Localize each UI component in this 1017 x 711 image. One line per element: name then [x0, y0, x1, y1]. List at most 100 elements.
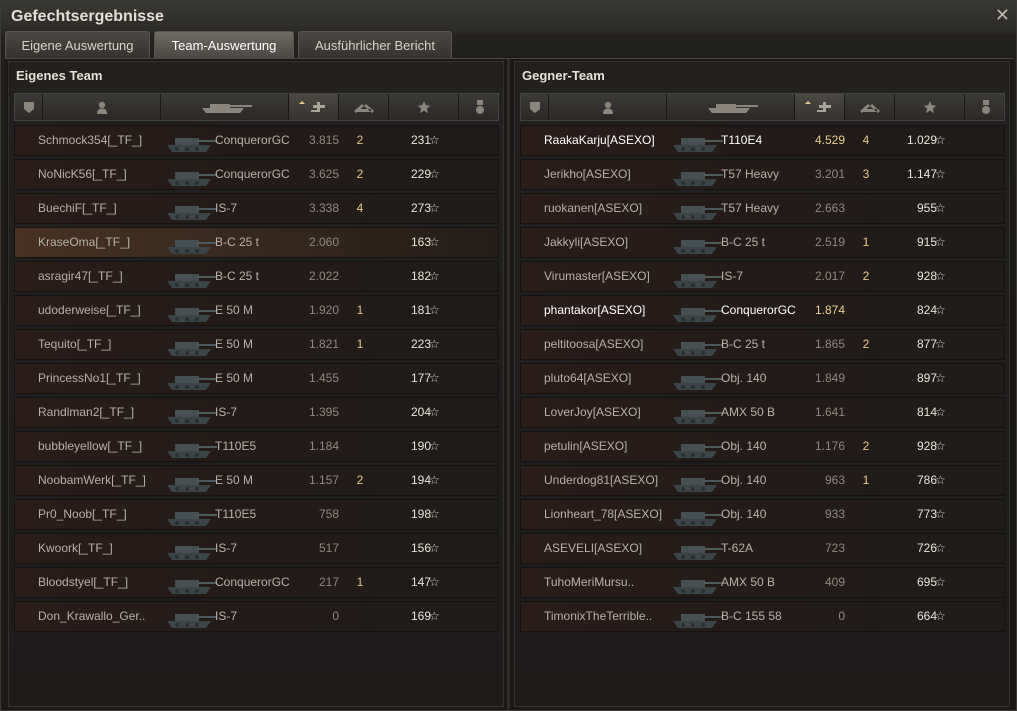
xp-star-icon[interactable]: [389, 94, 459, 120]
player-name: NoobamWerk[_TF_]: [38, 473, 146, 487]
player-name: Randlman2[_TF_]: [38, 405, 135, 419]
own-team-title: Eigenes Team: [16, 68, 103, 83]
player-name: TuhoMeriMursu..: [544, 575, 635, 589]
table-row[interactable]: ruokanen[ASEXO] T57 Heavy 2.663 955 ☆: [520, 193, 1005, 224]
table-row[interactable]: Kwoork[_TF_] IS-7 517 156 ☆: [14, 533, 499, 564]
table-row[interactable]: RaakaKarju[ASEXO] T110E4 4.529 4 1.029 ☆: [520, 125, 1005, 156]
rating-value: 1.176: [814, 439, 845, 453]
kills-value: 2: [356, 167, 364, 181]
kills-value: [856, 534, 876, 563]
tank-icon[interactable]: [667, 94, 795, 120]
table-row[interactable]: Jerikho[ASEXO] T57 Heavy 3.201 3 1.147 ☆: [520, 159, 1005, 190]
player-name: asragir47[_TF_]: [38, 269, 123, 283]
star-icon: ☆: [429, 473, 440, 487]
table-row[interactable]: NoobamWerk[_TF_] E 50 M 1.157 2 194 ☆: [14, 465, 499, 496]
rating-value: 3.201: [814, 167, 845, 181]
star-icon: ☆: [429, 405, 440, 419]
table-row[interactable]: TuhoMeriMursu.. AMX 50 B 409 695 ☆: [520, 567, 1005, 598]
kills-value: [350, 262, 370, 291]
table-row[interactable]: Tequito[_TF_] E 50 M 1.821 1 223 ☆: [14, 329, 499, 360]
kills-value: [856, 296, 876, 325]
table-row[interactable]: Schmock354[_TF_] ConquerorGC 3.815 2 231 ☆: [14, 125, 499, 156]
tank-image: [163, 569, 219, 596]
tank-image: [163, 535, 219, 562]
squad-icon[interactable]: [521, 94, 549, 120]
rating-value: 2.022: [308, 269, 339, 283]
star-icon: ☆: [429, 541, 440, 555]
player-name: phantakor[ASEXO]: [544, 303, 646, 317]
star-icon: ☆: [429, 507, 440, 521]
xp-star-icon[interactable]: [895, 94, 965, 120]
kills-value: [856, 364, 876, 393]
table-row[interactable]: NoNicK56[_TF_] ConquerorGC 3.625 2 229 ☆: [14, 159, 499, 190]
table-row[interactable]: phantakor[ASEXO] ConquerorGC 1.874 824 ☆: [520, 295, 1005, 326]
rating-value: 1.455: [308, 371, 339, 385]
kills-icon[interactable]: [339, 94, 389, 120]
tank-image: [669, 161, 725, 188]
rating-icon[interactable]: [289, 94, 339, 120]
star-icon: ☆: [935, 269, 946, 283]
table-row[interactable]: Jakkyli[ASEXO] B-C 25 t 2.519 1 915 ☆: [520, 227, 1005, 258]
player-name: Jakkyli[ASEXO]: [544, 235, 629, 249]
rating-icon[interactable]: [795, 94, 845, 120]
player-name: BuechiF[_TF_]: [38, 201, 117, 215]
tank-image: [669, 467, 725, 494]
kills-icon[interactable]: [845, 94, 895, 120]
rating-value: 963: [824, 473, 845, 487]
table-row[interactable]: LoverJoy[ASEXO] AMX 50 B 1.641 814 ☆: [520, 397, 1005, 428]
star-icon: ☆: [429, 269, 440, 283]
tab-team-evaluation[interactable]: Team-Auswertung: [154, 31, 294, 58]
tank-image: [669, 535, 725, 562]
kills-value: [856, 194, 876, 223]
kills-value: [856, 602, 876, 631]
tab-own-evaluation[interactable]: Eigene Auswertung: [5, 31, 150, 58]
table-row[interactable]: udoderweise[_TF_] E 50 M 1.920 1 181 ☆: [14, 295, 499, 326]
star-icon: ☆: [429, 337, 440, 351]
player-name: PrincessNo1[_TF_]: [38, 371, 141, 385]
tank-icon[interactable]: [161, 94, 289, 120]
title-bar: Gefechtsergebnisse ✕: [1, 1, 1016, 33]
table-row[interactable]: asragir47[_TF_] B-C 25 t 2.022 182 ☆: [14, 261, 499, 292]
table-row[interactable]: Randlman2[_TF_] IS-7 1.395 204 ☆: [14, 397, 499, 428]
medal-icon[interactable]: [965, 94, 1006, 120]
table-row[interactable]: Don_Krawallo_Ger.. IS-7 0 169 ☆: [14, 601, 499, 632]
table-row[interactable]: Lionheart_78[ASEXO] Obj. 140 933 773 ☆: [520, 499, 1005, 530]
table-row[interactable]: peltitoosa[ASEXO] B-C 25 t 1.865 2 877 ☆: [520, 329, 1005, 360]
tank-image: [163, 331, 219, 358]
table-row[interactable]: petulin[ASEXO] Obj. 140 1.176 2 928 ☆: [520, 431, 1005, 462]
table-row[interactable]: Pr0_Noob[_TF_] T110E5 758 198 ☆: [14, 499, 499, 530]
table-row[interactable]: Underdog81[ASEXO] Obj. 140 963 1 786 ☆: [520, 465, 1005, 496]
table-row[interactable]: PrincessNo1[_TF_] E 50 M 1.455 177 ☆: [14, 363, 499, 394]
medal-icon[interactable]: [459, 94, 500, 120]
table-row[interactable]: pluto64[ASEXO] Obj. 140 1.849 897 ☆: [520, 363, 1005, 394]
kills-value: [856, 500, 876, 529]
rating-value: 4.529: [814, 133, 845, 147]
enemy-team-panel: Gegner-Team RaakaKarju[ASEXO] T110E4 4.529…: [514, 61, 1010, 707]
rating-value: 217: [318, 575, 339, 589]
kills-value: 2: [356, 473, 364, 487]
kills-value: 1: [356, 303, 364, 317]
rating-value: 723: [824, 541, 845, 555]
tab-detailed-report[interactable]: Ausführlicher Bericht: [298, 31, 452, 58]
table-row[interactable]: BuechiF[_TF_] IS-7 3.338 4 273 ☆: [14, 193, 499, 224]
star-icon: ☆: [935, 507, 946, 521]
rating-value: 3.338: [308, 201, 339, 215]
rating-value: 1.849: [814, 371, 845, 385]
player-name: peltitoosa[ASEXO]: [544, 337, 644, 351]
window-title: Gefechtsergebnisse: [11, 8, 164, 25]
rating-value: 3.815: [308, 133, 339, 147]
table-row[interactable]: Virumaster[ASEXO] IS-7 2.017 2 928 ☆: [520, 261, 1005, 292]
close-icon[interactable]: ✕: [995, 5, 1010, 26]
rating-value: 2.060: [308, 235, 339, 249]
player-icon[interactable]: [549, 94, 667, 120]
table-row[interactable]: Bloodstyel[_TF_] ConquerorGC 217 1 147 ☆: [14, 567, 499, 598]
player-name: ruokanen[ASEXO]: [544, 201, 643, 215]
table-row[interactable]: ASEVELI[ASEXO] T-62A 723 726 ☆: [520, 533, 1005, 564]
table-row[interactable]: bubbleyellow[_TF_] T110E5 1.184 190 ☆: [14, 431, 499, 462]
player-icon[interactable]: [43, 94, 161, 120]
table-row[interactable]: KraseOma[_TF_] B-C 25 t 2.060 163 ☆: [14, 227, 499, 258]
table-row[interactable]: TimonixTheTerrible.. B-C 155 58 0 664 ☆: [520, 601, 1005, 632]
rating-value: 758: [318, 507, 339, 521]
squad-icon[interactable]: [15, 94, 43, 120]
star-icon: ☆: [935, 541, 946, 555]
